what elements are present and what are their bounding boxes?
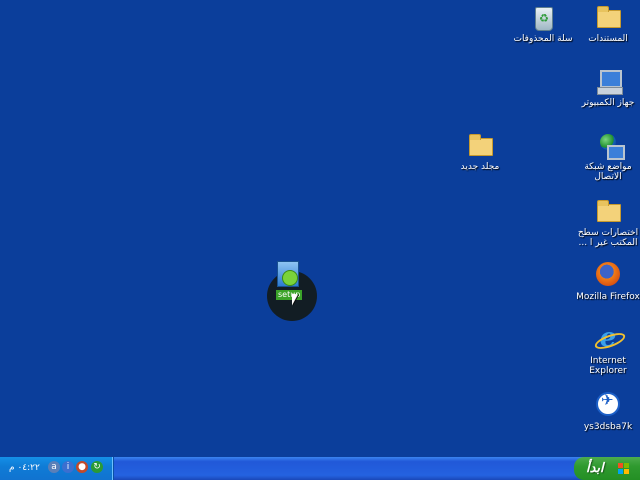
firefox-icon [592,262,624,290]
icon-label: Mozilla Firefox [576,292,640,302]
desktop-icon-documents[interactable]: المستندات [572,4,640,44]
icon-label: جهاز الكمبيوتر [581,98,635,108]
system-tray: ٠٤:٢٢ م a i ● ↻ [0,457,114,480]
desktop-icon-internet-explorer[interactable]: e Internet Explorer [572,325,640,376]
folder-icon [592,4,624,32]
network-icon [592,132,625,160]
language-icon[interactable]: a [48,461,60,473]
desktop-icon-recycle-bin[interactable]: ♻ سلة المحذوفات [507,4,579,44]
icon-label: اختصارات سطح المكتب غير ا ... [577,228,639,248]
desktop-icon-network-places[interactable]: مواضع شبكة الاتصال [572,132,640,182]
desktop-icon-ys3dsba7k[interactable]: ys3dsba7k [572,392,640,432]
computer-icon [592,68,624,96]
folder-icon [592,198,624,226]
desktop-icon-new-folder[interactable]: مجلد جديد [444,132,516,172]
setup-icon[interactable] [277,261,299,287]
recycle-bin-icon: ♻ [527,4,559,32]
start-button[interactable]: ابدأ [574,457,640,480]
desktop: المستندات ♻ سلة المحذوفات جهاز الكمبيوتر… [0,0,640,457]
folder-icon [464,132,496,160]
icon-label: سلة المحذوفات [513,34,573,44]
desktop-icon-setup-label[interactable]: setup [276,290,303,300]
tray-app-icon[interactable]: ● [76,461,88,473]
safely-remove-icon[interactable]: ↻ [91,461,103,473]
icon-label: مجلد جديد [460,162,500,172]
ie-icon: e [592,325,624,354]
info-icon[interactable]: i [62,461,74,473]
clock[interactable]: ٠٤:٢٢ م [9,463,40,473]
app-icon [592,392,624,420]
start-label: ابدأ [586,461,604,476]
desktop-icon-shortcuts-folder[interactable]: اختصارات سطح المكتب غير ا ... [572,198,640,248]
mouse-cursor-icon [292,293,298,307]
taskbar: ٠٤:٢٢ م a i ● ↻ ابدأ [0,457,640,480]
icon-label: المستندات [588,34,628,44]
icon-label: Internet Explorer [589,356,627,376]
desktop-icon-firefox[interactable]: Mozilla Firefox [572,262,640,302]
desktop-icon-my-computer[interactable]: جهاز الكمبيوتر [572,68,640,108]
windows-logo-icon [618,463,630,475]
icon-label: مواضع شبكة الاتصال [584,162,632,182]
icon-label: ys3dsba7k [583,422,633,432]
